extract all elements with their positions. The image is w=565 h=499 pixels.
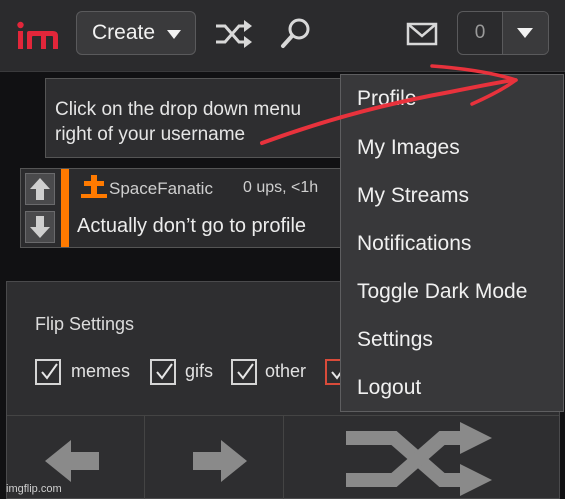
top-navigation-bar: Create 0 (0, 0, 565, 72)
imgflip-watermark: imgflip.com (6, 483, 62, 495)
menu-item-my-streams[interactable]: My Streams (357, 184, 469, 208)
arrow-down-icon (30, 216, 50, 238)
hint-line-2: right of your username (55, 124, 246, 145)
user-menu-dropdown-toggle[interactable] (503, 12, 548, 54)
other-label: other (265, 361, 307, 381)
upvote-button[interactable] (25, 173, 55, 205)
flip-navigation-row (7, 415, 559, 499)
checkmark-icon (237, 363, 254, 380)
menu-item-logout[interactable]: Logout (357, 376, 421, 400)
search-button[interactable] (276, 14, 320, 54)
menu-item-toggle-dark-mode[interactable]: Toggle Dark Mode (357, 280, 527, 304)
instruction-tooltip: Click on the drop down menu right of you… (45, 78, 345, 158)
flip-settings-title: Flip Settings (35, 314, 135, 334)
shuffle-icon (346, 422, 492, 496)
menu-item-my-images[interactable]: My Images (357, 136, 460, 160)
other-checkbox[interactable] (231, 359, 257, 385)
create-button-label: Create (92, 21, 156, 44)
arrow-right-icon (193, 440, 247, 482)
imgflip-logo[interactable] (16, 20, 60, 52)
random-shuffle-button[interactable] (212, 14, 256, 54)
envelope-icon (406, 22, 438, 46)
gifs-label: gifs (185, 361, 214, 381)
random-flip-button[interactable] (284, 416, 559, 499)
downvote-button[interactable] (25, 211, 55, 243)
comment-meta: 0 ups, <1h (243, 179, 319, 196)
memes-checkbox[interactable] (35, 359, 61, 385)
chevron-down-icon (517, 28, 533, 38)
search-icon (281, 18, 310, 48)
checkmark-icon (156, 363, 173, 380)
comment-text: Actually don’t go to profile (77, 215, 307, 237)
menu-item-profile[interactable]: Profile (357, 87, 417, 111)
menu-item-settings[interactable]: Settings (357, 328, 433, 352)
comment-username[interactable]: SpaceFanatic (109, 179, 213, 199)
shuffle-icon (216, 20, 252, 48)
user-menu-control: 0 (457, 11, 549, 55)
arrow-up-icon (30, 178, 50, 200)
menu-item-notifications[interactable]: Notifications (357, 232, 471, 256)
comment-card: SpaceFanatic 0 ups, <1h Actually don’t g… (20, 168, 345, 248)
user-dropdown-menu: Profile My Images My Streams Notificatio… (340, 74, 564, 412)
hint-line-1: Click on the drop down menu (55, 99, 302, 120)
messages-button[interactable] (400, 14, 444, 54)
gifs-checkbox[interactable] (150, 359, 176, 385)
checkmark-icon (41, 363, 58, 380)
memes-label: memes (71, 361, 131, 381)
next-button[interactable] (145, 416, 284, 499)
user-avatar-icon[interactable] (79, 173, 109, 199)
create-dropdown-button[interactable]: Create (76, 11, 196, 55)
notification-count[interactable]: 0 (458, 12, 503, 54)
chevron-down-icon (167, 30, 181, 39)
comment-accent-bar (61, 169, 69, 247)
